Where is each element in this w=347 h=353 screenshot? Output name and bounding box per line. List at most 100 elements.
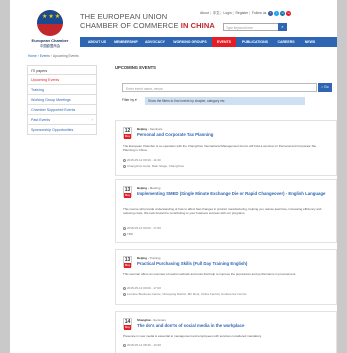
filter-row: Filter by ▾ Show the filters to find eve…	[115, 97, 337, 107]
event-month: May	[124, 134, 131, 139]
search-icon: ⌕	[281, 24, 284, 29]
twitter-icon[interactable]: t	[274, 10, 280, 16]
event-month: May	[124, 193, 131, 198]
language-link[interactable]: 中文	[213, 11, 220, 15]
clock-icon	[123, 343, 126, 347]
event-description: Presence in new media is essential to ma…	[123, 334, 262, 338]
filter-dropdown[interactable]: Filter by ▾	[122, 98, 137, 102]
event-search-button[interactable]: ⌕ Go	[318, 83, 332, 92]
site-title-line1: THE EUROPEAN UNION	[80, 12, 168, 21]
event-meta: Shanghai › Seminars	[137, 318, 166, 322]
sidebar: ITI papers Upcoming Events Training Work…	[27, 65, 97, 135]
event-card: 14 May Shanghai › Seminars The do's and d…	[115, 311, 337, 353]
filter-hint[interactable]: Show the filters to find events by chapt…	[145, 97, 305, 105]
event-month: May	[124, 263, 131, 268]
site-header: ★★★ European Chamber 中国欧盟商会 THE EUROPEAN…	[10, 0, 337, 52]
event-meta: Beijing › Seminars	[137, 127, 163, 131]
event-title-link[interactable]: Personal and Corporate Tax Planning	[137, 132, 327, 137]
site-search-input[interactable]: Type keyword here	[223, 23, 279, 31]
event-venue-text: Lumiere Business Centre, Chaoyang Distri…	[127, 292, 247, 296]
event-time-text: 2015-05-13 09:00 - 17:00	[127, 286, 161, 290]
follow-us-label: Follow us	[251, 11, 267, 15]
event-venue: Changzhou Hotel, Main Stage, Changzhou	[123, 164, 184, 168]
event-search-input[interactable]: Enter event name, venue	[122, 83, 317, 92]
event-date-badge: 12 May	[123, 127, 132, 139]
breadcrumb-current: Upcoming Events	[52, 54, 79, 58]
event-time: 2015-05-13 09:00 - 17:00	[123, 226, 161, 230]
clock-icon	[123, 226, 126, 230]
event-card: 13 May Beijing › Training Practical Purch…	[115, 249, 337, 305]
nav-careers[interactable]: CAREERS	[274, 37, 298, 47]
linkedin-icon[interactable]: in	[280, 10, 286, 16]
sidebar-item-iti-papers[interactable]: ITI papers	[27, 65, 97, 75]
nav-membership[interactable]: MEMBERSHIP	[112, 37, 140, 47]
event-search-row: Enter event name, venue ⌕ Go	[115, 83, 337, 94]
about-link[interactable]: About	[200, 11, 209, 15]
event-city: Beijing	[137, 127, 148, 131]
logo-caption-sub: 中国欧盟商会	[39, 43, 61, 48]
eu-chamber-logo-icon[interactable]: ★★★	[37, 10, 63, 36]
event-city: Beijing	[137, 186, 148, 190]
breadcrumb-home[interactable]: Home	[28, 54, 37, 58]
sidebar-item-label: Chamber Supported Events	[31, 108, 76, 112]
event-meta: Beijing › Meeting	[137, 186, 161, 190]
event-title-link[interactable]: Implementing SMED (Single Minute Exchang…	[137, 191, 327, 196]
login-link[interactable]: Login	[223, 11, 231, 15]
nav-working-groups[interactable]: WORKING GROUPS	[170, 37, 210, 47]
event-city: Beijing	[137, 256, 148, 260]
event-venue: TBD	[123, 232, 133, 236]
event-time: 2015-05-14 08:30 - 10:30	[123, 343, 161, 347]
clock-icon	[123, 286, 126, 290]
sidebar-item-label: Upcoming Events	[31, 78, 60, 82]
event-venue-text: Changzhou Hotel, Main Stage, Changzhou	[127, 164, 185, 168]
sidebar-item-label: ITI papers	[31, 69, 48, 73]
sidebar-item-working-group-meetings[interactable]: Working Group Meetings	[27, 95, 97, 105]
event-time-text: 2015-05-14 08:30 - 10:30	[127, 343, 161, 347]
breadcrumb-events[interactable]: Events	[40, 54, 50, 58]
event-title-link[interactable]: The do's and don'ts of social media in t…	[137, 323, 327, 328]
weibo-icon[interactable]: w	[286, 10, 292, 16]
sidebar-item-past-events[interactable]: Past Events ›	[27, 115, 97, 125]
nav-advocacy[interactable]: ADVOCACY	[142, 37, 168, 47]
sidebar-item-sponsorship[interactable]: Sponsorship Opportunities	[27, 125, 97, 135]
main-content: UPCOMING EVENTS Enter event name, venue …	[115, 65, 337, 107]
sidebar-item-training[interactable]: Training	[27, 85, 97, 95]
location-pin-icon	[123, 292, 126, 296]
event-search-button-label: Go	[324, 85, 329, 89]
facebook-icon[interactable]: f	[268, 10, 274, 16]
event-category: Seminars	[149, 127, 163, 131]
register-link[interactable]: Register	[235, 11, 248, 15]
nav-news[interactable]: NEWS	[300, 37, 320, 47]
nav-publications[interactable]: PUBLICATIONS	[238, 37, 272, 47]
sidebar-item-upcoming-events[interactable]: Upcoming Events	[27, 75, 97, 85]
site-title-line2: CHAMBER OF COMMERCE	[80, 21, 179, 30]
sidebar-item-label: Working Group Meetings	[31, 98, 71, 102]
event-venue-text: TBD	[127, 232, 133, 236]
event-venue: Lumiere Business Centre, Chaoyang Distri…	[123, 292, 246, 296]
sidebar-item-label: Past Events	[31, 118, 51, 122]
event-time-text: 2015-05-13 09:00 - 17:00	[127, 226, 161, 230]
clock-icon	[123, 158, 126, 162]
sidebar-item-chamber-supported-events[interactable]: Chamber Supported Events	[27, 105, 97, 115]
location-pin-icon	[123, 232, 126, 236]
event-card: 12 May Beijing › Seminars Personal and Co…	[115, 120, 337, 176]
sidebar-item-label: Sponsorship Opportunities	[31, 128, 74, 132]
nav-events[interactable]: EVENTS	[212, 37, 236, 47]
search-icon: ⌕	[321, 85, 324, 89]
event-time: 2015-05-13 09:00 - 17:00	[123, 286, 161, 290]
event-title-link[interactable]: Practical Purchasing Skills (Full Day Tr…	[137, 261, 327, 266]
site-title: THE EUROPEAN UNION CHAMBER OF COMMERCE I…	[80, 12, 215, 30]
event-time-text: 2015-05-12 09:30 - 11:30	[127, 158, 161, 162]
nav-about-us[interactable]: ABOUT US	[84, 37, 110, 47]
location-pin-icon	[123, 164, 126, 168]
event-description: The European Chamber is co-operation wit…	[123, 144, 317, 153]
event-date-badge: 13 May	[123, 186, 132, 198]
breadcrumb: Home › Events › Upcoming Events	[28, 54, 79, 58]
event-time: 2015-05-12 09:30 - 11:30	[123, 158, 161, 162]
page-title: UPCOMING EVENTS	[115, 65, 156, 70]
logo-caption-text: European Chamber	[31, 38, 69, 43]
event-description: This course will provide understanding o…	[123, 207, 322, 216]
event-category: Meeting	[149, 186, 161, 190]
sidebar-item-label: Training	[31, 88, 44, 92]
site-search-button[interactable]: ⌕	[278, 23, 287, 31]
